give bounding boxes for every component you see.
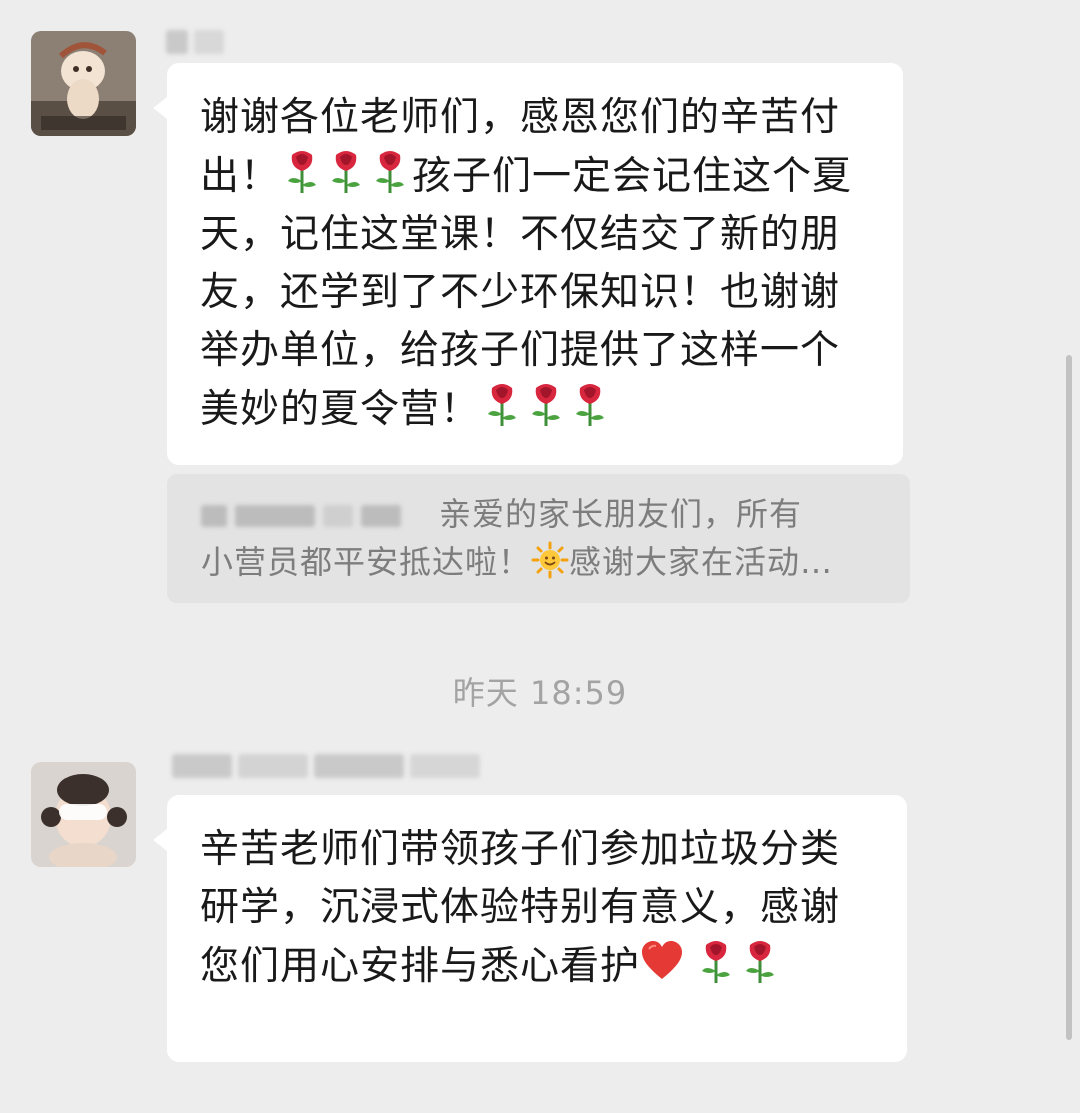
blurred-name: [238, 754, 308, 778]
avatar-image: [31, 31, 136, 136]
blurred-name: [323, 505, 353, 527]
blurred-name: [410, 754, 480, 778]
blurred-name: [235, 505, 315, 527]
timestamp: 昨天 18:59: [452, 674, 628, 712]
sender-name-2: [172, 752, 480, 780]
blurred-name: [361, 505, 401, 527]
rose-icon: [738, 937, 782, 985]
rose-icon: [568, 380, 612, 428]
avatar-image: [31, 762, 136, 867]
heart-icon: [640, 937, 684, 985]
message-bubble-1[interactable]: 谢谢各位老师们，感恩您们的辛苦付出！ 孩子们一定会记住这个夏天，记住这堂课！不仅结…: [153, 63, 903, 465]
rose-icon: [324, 147, 368, 195]
blurred-name: [166, 30, 188, 54]
quoted-message[interactable]: 亲爱的家长朋友们，所有 小营员都平安抵达啦！ 感谢大家在活动…: [167, 474, 910, 603]
avatar-sender-1[interactable]: [31, 31, 136, 136]
blurred-name: [201, 505, 227, 527]
blurred-name: [194, 30, 224, 54]
rose-icon: [368, 147, 412, 195]
message-bubble-2[interactable]: 辛苦老师们带领孩子们参加垃圾分类研学，沉浸式体验特别有意义，感谢您们用心安排与悉…: [153, 795, 907, 1062]
quote-text-2b: 感谢大家在活动…: [569, 543, 834, 581]
blurred-name: [172, 754, 232, 778]
rose-icon: [694, 937, 738, 985]
quote-text-2a: 小营员都平安抵达啦！: [201, 543, 532, 581]
sender-name-1: [166, 28, 224, 56]
blurred-name: [314, 754, 404, 778]
avatar-sender-2[interactable]: [31, 762, 136, 867]
rose-icon: [524, 380, 568, 428]
quote-line-2: 小营员都平安抵达啦！ 感谢大家在活动…: [201, 538, 876, 586]
rose-icon: [280, 147, 324, 195]
sun-icon: [531, 541, 569, 579]
rose-icon: [480, 380, 524, 428]
quote-line-1: 亲爱的家长朋友们，所有: [201, 490, 876, 538]
blurred-quote-sender: [201, 505, 401, 527]
scrollbar[interactable]: [1066, 355, 1072, 1040]
quote-text-1: 亲爱的家长朋友们，所有: [439, 495, 803, 533]
